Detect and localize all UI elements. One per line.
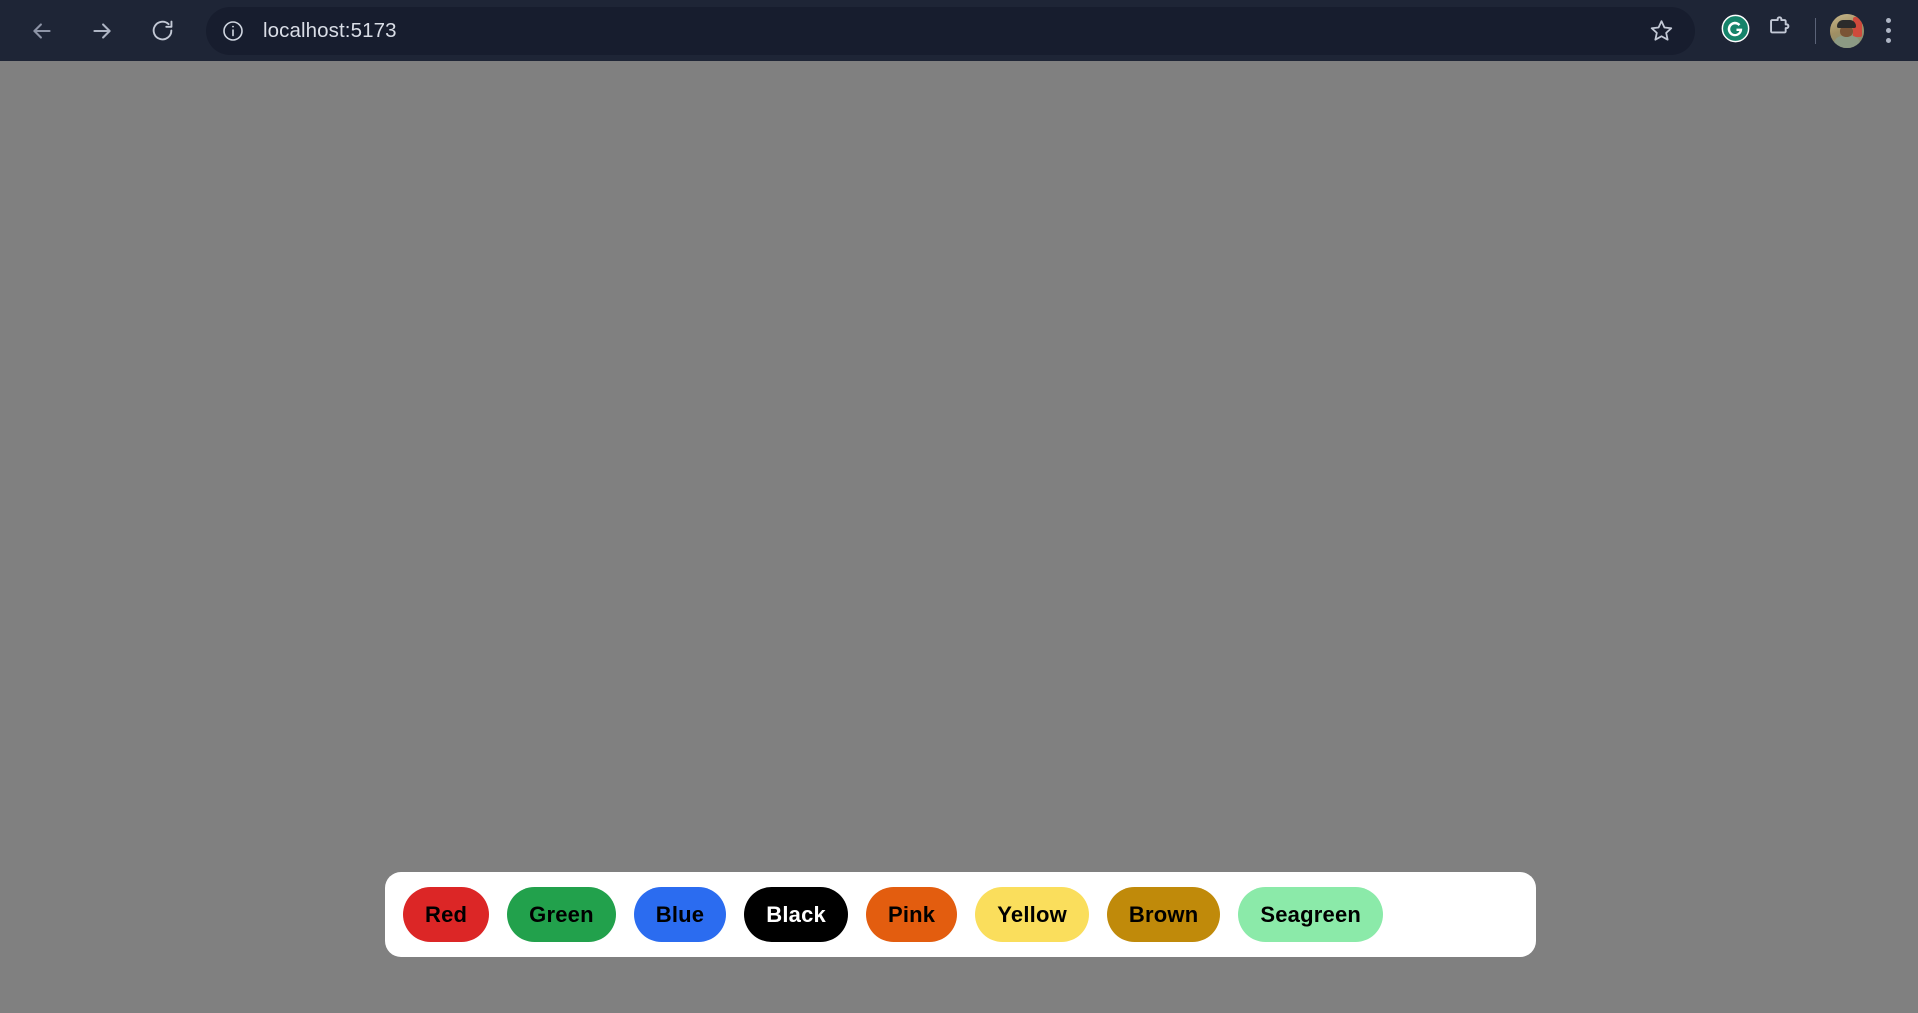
toolbar-divider [1815, 17, 1816, 44]
extensions-button[interactable] [1757, 9, 1801, 53]
reload-icon [150, 18, 175, 43]
browser-toolbar: localhost:5173 [0, 0, 1918, 61]
three-dot-menu-icon [1885, 18, 1891, 23]
site-info-icon[interactable] [216, 14, 250, 48]
forward-button[interactable] [80, 9, 124, 53]
reload-button[interactable] [140, 9, 184, 53]
arrow-right-icon [89, 18, 115, 44]
grammarly-g-icon [1721, 14, 1750, 48]
avatar[interactable] [1830, 13, 1864, 48]
bookmark-star-icon[interactable] [1641, 11, 1681, 51]
color-button-yellow[interactable]: Yellow [975, 887, 1089, 942]
puzzle-piece-icon [1766, 15, 1793, 47]
address-bar[interactable]: localhost:5173 [206, 6, 1695, 55]
color-button-blue[interactable]: Blue [633, 887, 727, 942]
color-button-black[interactable]: Black [744, 887, 848, 942]
back-button[interactable] [20, 9, 64, 53]
url-text[interactable]: localhost:5173 [263, 19, 1641, 43]
color-button-pink[interactable]: Pink [865, 887, 958, 942]
grammarly-extension-button[interactable] [1713, 9, 1757, 53]
chrome-menu-button[interactable] [1870, 9, 1906, 53]
color-button-bar: Red Green Blue Black Pink Yellow Brown Seagreen [385, 872, 1536, 957]
page-viewport: Red Green Blue Black Pink Yellow Brown Seagreen [0, 61, 1918, 1013]
browser-actions [1713, 9, 1906, 53]
color-button-seagreen[interactable]: Seagreen [1238, 887, 1384, 942]
color-button-brown[interactable]: Brown [1106, 887, 1221, 942]
arrow-left-icon [29, 18, 55, 44]
color-button-green[interactable]: Green [507, 887, 616, 942]
color-button-red[interactable]: Red [403, 887, 490, 942]
